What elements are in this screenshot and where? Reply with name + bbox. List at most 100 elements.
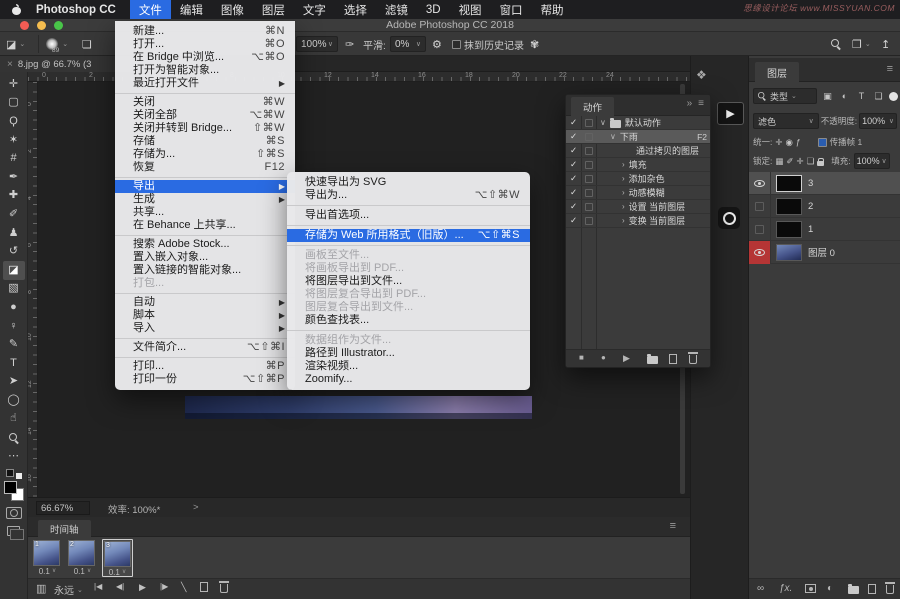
- menubar-item-帮助[interactable]: 帮助: [532, 0, 573, 19]
- check-icon[interactable]: ✓: [566, 215, 581, 226]
- share-button[interactable]: ↥: [881, 32, 890, 56]
- creative-cloud-icon[interactable]: [718, 207, 740, 229]
- file-menu-item-export[interactable]: 导出▶: [115, 180, 295, 193]
- new-set-button[interactable]: [647, 354, 658, 366]
- close-window-button[interactable]: [20, 21, 29, 30]
- file-menu-item-revert[interactable]: 恢复F12: [115, 161, 295, 174]
- history-brush-tool[interactable]: ↺: [3, 242, 25, 261]
- new-layer-button[interactable]: [868, 584, 876, 597]
- toggle-brush-panel-button[interactable]: ❏: [82, 32, 92, 56]
- submenu-item-zoomify[interactable]: Zoomify...: [287, 373, 530, 386]
- submenu-item-paths-to-illustrator[interactable]: 路径到 Illustrator...: [287, 347, 530, 360]
- hand-tool[interactable]: ☝: [3, 410, 25, 429]
- disclosure-closed-icon[interactable]: ›: [622, 174, 625, 183]
- path-selection-tool[interactable]: ➤: [3, 373, 25, 392]
- file-menu-item-close-and-go-to-bridge[interactable]: 关闭并转到 Bridge...⇧⌘W: [115, 122, 295, 135]
- screen-mode-button[interactable]: [7, 526, 20, 536]
- move-tool[interactable]: ✛: [3, 75, 25, 94]
- lock-paint-icon[interactable]: ✐: [786, 156, 793, 167]
- dialog-toggle-box[interactable]: [581, 189, 596, 197]
- next-frame-button[interactable]: |▶: [160, 582, 168, 591]
- first-frame-button[interactable]: |◀: [94, 582, 102, 591]
- pressure-opacity-button[interactable]: ✑: [345, 32, 354, 56]
- play-animation-button[interactable]: ▶: [139, 582, 146, 593]
- submenu-item-render-video[interactable]: 渲染视频...: [287, 360, 530, 373]
- new-group-button[interactable]: [848, 584, 859, 597]
- brush-tool[interactable]: ✐: [3, 205, 25, 224]
- collapsed-panel-icon-a[interactable]: ❖: [696, 68, 707, 82]
- quick-mask-button[interactable]: [6, 507, 22, 519]
- file-menu-item-share[interactable]: 共享...: [115, 206, 295, 219]
- menubar-item-窗口[interactable]: 窗口: [491, 0, 532, 19]
- dialog-toggle-box[interactable]: [581, 217, 596, 225]
- timeline-frame-1[interactable]: 10.1∨: [32, 539, 63, 577]
- delete-action-button[interactable]: [689, 352, 697, 366]
- brush-preset-picker[interactable]: 89 ⌄: [46, 32, 68, 56]
- check-icon[interactable]: ✓: [566, 187, 581, 198]
- stop-button[interactable]: ■: [579, 353, 584, 362]
- file-menu-item-print-one-copy[interactable]: 打印一份⌥⇧⌘P: [115, 373, 295, 386]
- timeline-frame-2[interactable]: 20.1∨: [67, 539, 98, 577]
- submenu-item-quick-export-as-svg[interactable]: 快速导出为 SVG: [287, 176, 530, 189]
- dialog-toggle-box[interactable]: [581, 119, 596, 127]
- tab-actions[interactable]: 动作: [571, 97, 614, 116]
- edit-toolbar[interactable]: ⋯: [3, 447, 25, 466]
- type-tool[interactable]: T: [3, 354, 25, 373]
- submenu-item-color-lookup-tables[interactable]: 颜色查找表...: [287, 314, 530, 327]
- layer-row-3[interactable]: 3: [749, 172, 900, 195]
- delete-frame-button[interactable]: [220, 581, 228, 593]
- actions-panel-menu-icon[interactable]: ≡: [698, 98, 704, 109]
- eraser-tool[interactable]: ◪: [3, 261, 25, 280]
- airbrush-button[interactable]: ✾: [530, 32, 539, 56]
- lock-artboard-icon[interactable]: ❏: [807, 156, 815, 167]
- disclosure-closed-icon[interactable]: ›: [622, 216, 625, 225]
- check-icon[interactable]: ✓: [566, 173, 581, 184]
- frame-delay-dropdown[interactable]: 0.1∨: [33, 567, 62, 576]
- dialog-toggle-box[interactable]: [581, 203, 596, 211]
- healing-brush-tool[interactable]: ✚: [3, 187, 25, 206]
- dodge-tool[interactable]: ♀: [3, 317, 25, 336]
- previous-frame-button[interactable]: ◀|: [116, 582, 124, 591]
- disclosure-closed-icon[interactable]: ›: [622, 160, 625, 169]
- menubar-item-3D[interactable]: 3D: [417, 0, 450, 19]
- link-layers-button[interactable]: ∞: [757, 583, 764, 594]
- layer-opacity-dropdown[interactable]: 100% ∨: [859, 113, 897, 129]
- convert-to-video-timeline-icon[interactable]: ▥: [36, 582, 46, 595]
- adjustment-layer-button[interactable]: ◐: [827, 583, 833, 594]
- crop-tool[interactable]: #: [3, 149, 25, 168]
- tab-layers[interactable]: 图层: [755, 62, 799, 82]
- layers-panel-menu-icon[interactable]: ≡: [887, 63, 893, 75]
- unify-style-icon[interactable]: ƒ: [796, 137, 801, 147]
- delete-layer-button[interactable]: [886, 582, 894, 597]
- step-transform-current-layer[interactable]: ✓›变换 当前图层: [566, 214, 711, 228]
- menubar-item-视图[interactable]: 视图: [450, 0, 491, 19]
- loop-count-dropdown[interactable]: 永远 ⌄: [54, 582, 83, 597]
- apple-logo-icon[interactable]: [12, 4, 22, 15]
- layer-visibility-toggle[interactable]: [749, 218, 771, 241]
- filter-pixel-layers-icon[interactable]: ▣: [821, 91, 834, 102]
- minimize-window-button[interactable]: [37, 21, 46, 30]
- submenu-item-save-for-web-legacy[interactable]: 存储为 Web 所用格式（旧版）...⌥⇧⌘S: [287, 229, 530, 242]
- dialog-toggle-box[interactable]: [581, 161, 596, 169]
- disclosure-open-icon[interactable]: ∨: [610, 132, 616, 141]
- frame-delay-dropdown[interactable]: 0.1∨: [104, 568, 131, 577]
- file-menu-item-new[interactable]: 新建...⌘N: [115, 25, 295, 38]
- step-set-current-layer[interactable]: ✓›设置 当前图层: [566, 200, 711, 214]
- lasso-tool[interactable]: Ϙ: [3, 112, 25, 131]
- step-add-noise[interactable]: ✓›添加杂色: [566, 172, 711, 186]
- foreground-color-swatch[interactable]: [4, 481, 17, 494]
- menubar-item-文字[interactable]: 文字: [294, 0, 335, 19]
- lock-transparency-icon[interactable]: ▦: [775, 156, 783, 167]
- zoom-window-button[interactable]: [54, 21, 63, 30]
- foreground-background-colors[interactable]: [4, 481, 24, 501]
- step-motion-blur[interactable]: ✓›动感模糊: [566, 186, 711, 200]
- file-menu-item-open-recent[interactable]: 最近打开文件▶: [115, 77, 295, 90]
- file-menu-item-browse-in-bridge[interactable]: 在 Bridge 中浏览...⌥⌘O: [115, 51, 295, 64]
- layer-filter-switch[interactable]: [889, 92, 898, 101]
- lock-all-icon[interactable]: [817, 161, 824, 166]
- file-menu-item-share-on-behance[interactable]: 在 Behance 上共享...: [115, 219, 295, 232]
- eyedropper-tool[interactable]: ✒: [3, 168, 25, 187]
- file-menu-item-place-linked[interactable]: 置入链接的智能对象...: [115, 264, 295, 277]
- layer-visibility-toggle[interactable]: [749, 241, 771, 264]
- new-action-button[interactable]: [669, 354, 677, 366]
